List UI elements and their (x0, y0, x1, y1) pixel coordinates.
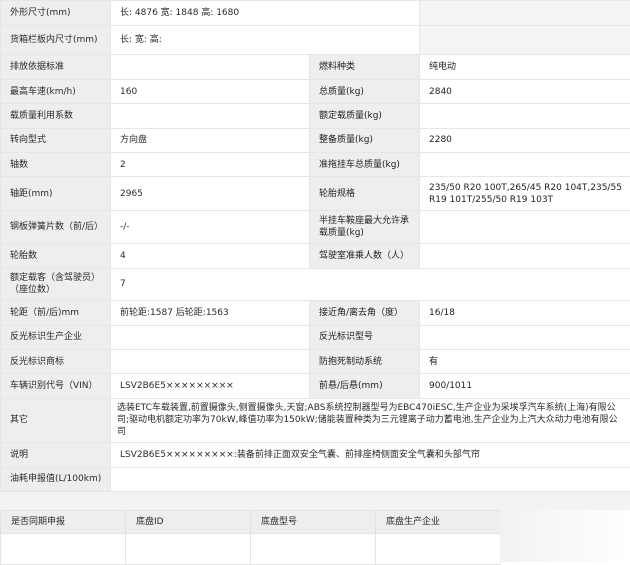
row-tire-count: 轮胎数 4 驾驶室准乘人数（人） (1, 244, 630, 268)
row-dimensions: 外形尺寸(mm) 长: 4876 宽: 1848 高: 1680 (1, 1, 630, 26)
gross-mass-value: 2840 (420, 80, 630, 104)
vin-label: 车辆识别代号（VIN） (1, 374, 111, 398)
reflector-brand-label: 反光标识商标 (1, 349, 111, 373)
dimensions-label: 外形尺寸(mm) (1, 1, 111, 26)
wheelbase-label: 轴距(mm) (1, 177, 111, 210)
wheelbase-value: 2965 (111, 177, 310, 210)
dimensions-blank (420, 1, 630, 26)
fuel-consumption-value (111, 467, 630, 491)
chassis-table: 是否同期申报 底盘ID 底盘型号 底盘生产企业 (0, 510, 501, 565)
trailer-mass-label: 准拖挂车总质量(kg) (310, 153, 420, 177)
cargo-box-label: 货箱栏板内尺寸(mm) (1, 26, 111, 54)
reflector-maker-label: 反光标识生产企业 (1, 325, 111, 349)
row-emission: 排放依据标准 燃料种类 纯电动 (1, 54, 630, 79)
tire-count-value: 4 (111, 244, 310, 268)
row-steering: 转向型式 方向盘 整备质量(kg) 2280 (1, 128, 630, 152)
overhang-label: 前悬/后悬(mm) (310, 374, 420, 398)
cab-seats-value (420, 244, 630, 268)
approach-angle-value: 16/18 (420, 301, 630, 325)
vin-value: LSV2B6E5××××××××× (111, 374, 310, 398)
track-value: 前轮距:1587 后轮距:1563 (111, 301, 310, 325)
row-reflector-brand: 反光标识商标 防抱死制动系统 有 (1, 349, 630, 373)
passengers-label: 额定载客（含驾驶员）（座位数） (1, 268, 111, 300)
row-max-speed: 最高车速(km/h) 160 总质量(kg) 2840 (1, 80, 630, 104)
curb-mass-label: 整备质量(kg) (310, 128, 420, 152)
chassis-header-id: 底盘ID (126, 511, 251, 534)
leaf-spring-value: -/- (111, 210, 310, 243)
abs-value: 有 (420, 349, 630, 373)
tire-spec-value: 235/50 R20 100T,265/45 R20 104T,235/55 R… (420, 177, 630, 210)
chassis-header-concurrent: 是否同期申报 (1, 511, 126, 534)
gross-mass-label: 总质量(kg) (310, 80, 420, 104)
tire-count-label: 轮胎数 (1, 244, 111, 268)
notes-label: 说明 (1, 443, 111, 467)
fuel-type-value: 纯电动 (420, 54, 630, 79)
chassis-header-maker: 底盘生产企业 (376, 511, 501, 534)
max-speed-label: 最高车速(km/h) (1, 80, 111, 104)
row-axles: 轴数 2 准拖挂车总质量(kg) (1, 153, 630, 177)
abs-label: 防抱死制动系统 (310, 349, 420, 373)
passengers-value: 7 (111, 268, 630, 300)
emission-value (111, 54, 310, 79)
cargo-box-value: 长: 宽: 高: (111, 26, 420, 54)
chassis-row (1, 534, 501, 565)
cargo-box-blank (420, 26, 630, 54)
other-label: 其它 (1, 398, 111, 443)
chassis-cell-id (126, 534, 251, 565)
emission-label: 排放依据标准 (1, 54, 111, 79)
row-track: 轮距（前/后)mm 前轮距:1587 后轮距:1563 接近角/离去角（度） 1… (1, 301, 630, 325)
chassis-cell-concurrent (1, 534, 126, 565)
dimensions-value: 长: 4876 宽: 1848 高: 1680 (111, 1, 420, 26)
approach-angle-label: 接近角/离去角（度） (310, 301, 420, 325)
rated-load-label: 额定载质量(kg) (310, 104, 420, 128)
row-leaf-spring: 钢板弹簧片数（前/后） -/- 半挂车鞍座最大允许承载质量(kg) (1, 210, 630, 243)
chassis-header-row: 是否同期申报 底盘ID 底盘型号 底盘生产企业 (1, 511, 501, 534)
row-cargo-box: 货箱栏板内尺寸(mm) 长: 宽: 高: (1, 26, 630, 54)
steering-label: 转向型式 (1, 128, 111, 152)
load-util-label: 载质量利用系数 (1, 104, 111, 128)
vehicle-spec-table: 外形尺寸(mm) 长: 4876 宽: 1848 高: 1680 货箱栏板内尺寸… (0, 0, 630, 492)
load-util-value (111, 104, 310, 128)
max-speed-value: 160 (111, 80, 310, 104)
row-fuel-consumption: 油耗申报值(L/100km) (1, 467, 630, 491)
reflector-model-label: 反光标识型号 (310, 325, 420, 349)
saddle-load-value (420, 210, 630, 243)
row-passengers: 额定载客（含驾驶员）（座位数） 7 (1, 268, 630, 300)
reflector-maker-value (111, 325, 310, 349)
track-label: 轮距（前/后)mm (1, 301, 111, 325)
notes-value: LSV2B6E5×××××××××:装备前排正面双安全气囊、前排座椅侧面安全气囊… (111, 443, 630, 467)
section-gap (0, 492, 630, 510)
chassis-cell-maker (376, 534, 501, 565)
axles-label: 轴数 (1, 153, 111, 177)
row-vin: 车辆识别代号（VIN） LSV2B6E5××××××××× 前悬/后悬(mm) … (1, 374, 630, 398)
row-notes: 说明 LSV2B6E5×××××××××:装备前排正面双安全气囊、前排座椅侧面安… (1, 443, 630, 467)
reflector-brand-value (111, 349, 310, 373)
rated-load-value (420, 104, 630, 128)
row-reflector-maker: 反光标识生产企业 反光标识型号 (1, 325, 630, 349)
curb-mass-value: 2280 (420, 128, 630, 152)
leaf-spring-label: 钢板弹簧片数（前/后） (1, 210, 111, 243)
chassis-cell-model (251, 534, 376, 565)
trailer-mass-value (420, 153, 630, 177)
other-value: 选装ETC车载装置,前置摄像头,侧置摄像头,天窗;ABS系统控制器型号为EBC4… (111, 398, 630, 443)
cab-seats-label: 驾驶室准乘人数（人） (310, 244, 420, 268)
chassis-header-model: 底盘型号 (251, 511, 376, 534)
tire-spec-label: 轮胎规格 (310, 177, 420, 210)
row-wheelbase: 轴距(mm) 2965 轮胎规格 235/50 R20 100T,265/45 … (1, 177, 630, 210)
axles-value: 2 (111, 153, 310, 177)
fuel-consumption-label: 油耗申报值(L/100km) (1, 467, 111, 491)
saddle-load-label: 半挂车鞍座最大允许承载质量(kg) (310, 210, 420, 243)
reflector-model-value (420, 325, 630, 349)
row-other: 其它 选装ETC车载装置,前置摄像头,侧置摄像头,天窗;ABS系统控制器型号为E… (1, 398, 630, 443)
overhang-value: 900/1011 (420, 374, 630, 398)
steering-value: 方向盘 (111, 128, 310, 152)
chassis-fade-area (500, 510, 630, 562)
fuel-type-label: 燃料种类 (310, 54, 420, 79)
row-load-util: 载质量利用系数 额定载质量(kg) (1, 104, 630, 128)
